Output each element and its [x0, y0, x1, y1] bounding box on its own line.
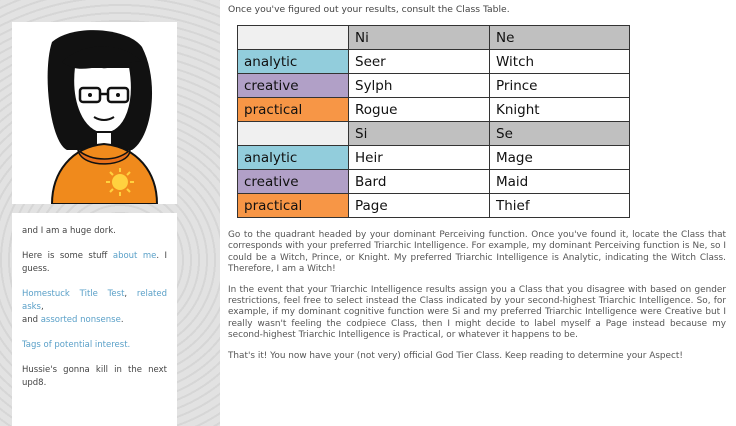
- table-cell: Witch: [489, 49, 630, 74]
- table-row: practical Page Thief: [237, 193, 630, 218]
- table-label-practical: practical: [237, 97, 349, 122]
- table-header-si: Si: [348, 121, 490, 146]
- table-row: creative Bard Maid: [237, 169, 630, 194]
- table-cell: Sylph: [348, 73, 490, 98]
- table-cell: Rogue: [348, 97, 490, 122]
- table-row: creative Sylph Prince: [237, 73, 630, 98]
- table-cell: Thief: [489, 193, 630, 218]
- table-cell: Mage: [489, 145, 630, 170]
- table-row: analytic Seer Witch: [237, 49, 630, 74]
- table-cell: [237, 25, 349, 50]
- table-row: Ni Ne: [237, 25, 630, 50]
- assorted-nonsense-link[interactable]: assorted nonsense: [41, 315, 121, 325]
- table-cell: Heir: [348, 145, 490, 170]
- sidebar-line-links: Homestuck Title Test, related asks, and …: [22, 289, 167, 325]
- table-cell: Maid: [489, 169, 630, 194]
- table-cell: Bard: [348, 169, 490, 194]
- table-label-creative: creative: [237, 73, 349, 98]
- avatar-illustration: [47, 30, 159, 204]
- sidebar-line-tags: Tags of potential interest.: [22, 339, 167, 352]
- intro-text: Once you've figured out your results, co…: [228, 4, 510, 15]
- table-label-analytic: analytic: [237, 49, 349, 74]
- paragraph-conclusion: That's it! You now have your (not very) …: [228, 350, 683, 361]
- table-header-ne: Ne: [489, 25, 630, 50]
- table-cell: Knight: [489, 97, 630, 122]
- table-row: practical Rogue Knight: [237, 97, 630, 122]
- sidebar-description: and I am a huge dork. Here is some stuff…: [12, 213, 177, 426]
- table-label-analytic: analytic: [237, 145, 349, 170]
- table-header-ni: Ni: [348, 25, 490, 50]
- table-cell: Page: [348, 193, 490, 218]
- table-cell: [237, 121, 349, 146]
- table-header-se: Se: [489, 121, 630, 146]
- table-label-creative: creative: [237, 169, 349, 194]
- table-cell: Prince: [489, 73, 630, 98]
- paragraph-gender: In the event that your Triarchic Intelli…: [228, 284, 726, 341]
- table-cell: Seer: [348, 49, 490, 74]
- main-content: Once you've figured out your results, co…: [220, 0, 736, 426]
- sidebar-line-stuff: Here is some stuff about me. I guess.: [22, 251, 167, 274]
- about-me-link[interactable]: about me: [113, 251, 156, 261]
- title-test-link[interactable]: Homestuck Title Test: [22, 289, 124, 299]
- class-table: Ni Ne analytic Seer Witch creative Sylph…: [237, 25, 630, 218]
- sidebar-line-dork: and I am a huge dork.: [22, 226, 116, 236]
- paragraph-quadrant: Go to the quadrant headed by your domina…: [228, 230, 726, 275]
- tags-link[interactable]: Tags of potential interest.: [22, 340, 130, 350]
- avatar: [12, 22, 177, 204]
- sidebar-line-hussie: Hussie's gonna kill in the next upd8.: [22, 365, 167, 388]
- table-row: analytic Heir Mage: [237, 145, 630, 170]
- table-label-practical: practical: [237, 193, 349, 218]
- table-row: Si Se: [237, 121, 630, 146]
